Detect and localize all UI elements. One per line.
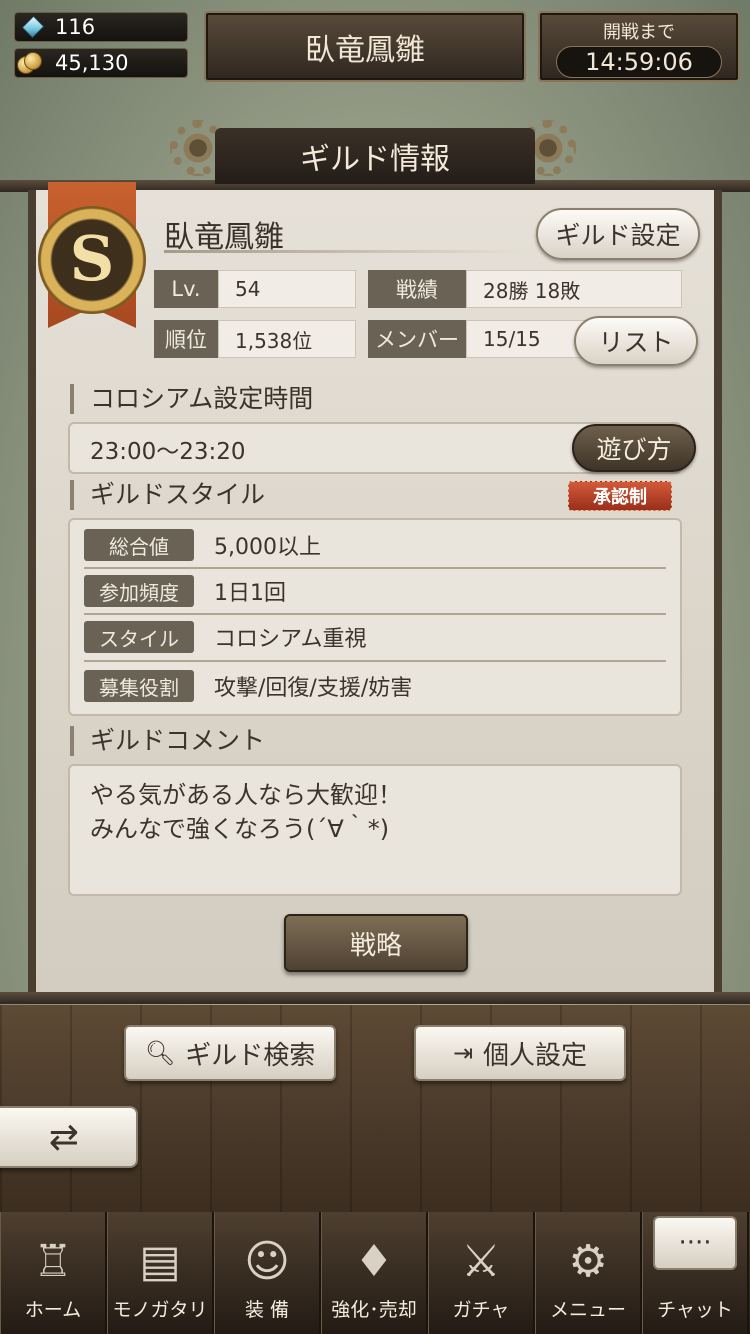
timer-value: 14:59:06 [556,46,722,78]
record-label: 戦績 [368,270,466,308]
nav-item-equipment[interactable]: ☺ 装 備 [214,1212,321,1334]
panel-header: ギルド情報 [215,128,535,184]
members-stat: メンバー 15/15 [368,320,598,358]
guild-name-underline [164,250,524,253]
style-row-style: スタイル コロシアム重視 [84,620,664,654]
guild-title-plate: 臥竜鳳雛 [204,11,526,82]
member-list-button[interactable]: リスト [574,316,698,366]
nav-item-chat[interactable]: ···· チャット [642,1212,749,1334]
colosseum-time: 23:00〜23:20 [90,439,246,465]
coin-count: 45,130 [55,51,129,75]
panel-frame-bottom [0,992,750,1004]
gem-counter: 116 [14,12,188,42]
nav-label: 装 備 [244,1299,290,1321]
personal-settings-button[interactable]: ⇥ 個人設定 [414,1025,626,1081]
nav-item-gacha[interactable]: ⚔ ガチャ [428,1212,535,1334]
nav-label: モノガタリ [112,1299,208,1321]
gears-icon: ⚙ [568,1236,608,1287]
guild-settings-button[interactable]: ギルド設定 [536,208,700,260]
guild-comment-text: やる気がある人なら大歓迎！ みんなで強くなろう(´∀｀*) [90,781,402,843]
enter-icon: ⇥ [452,1039,474,1067]
back-arrow-icon: ⇄ [48,1116,80,1158]
divider [84,613,666,615]
back-button[interactable]: ⇄ [0,1106,138,1168]
battle-timer: 開戦まで 14:59:06 [538,11,740,82]
rank-value: 1,538位 [218,320,356,358]
style-row-label: 募集役割 [84,670,194,702]
level-value: 54 [218,270,356,308]
nav-item-story[interactable]: ▤ モノガタリ [107,1212,214,1334]
nav-label: メニュー [549,1299,626,1321]
nav-label: ガチャ [452,1299,510,1321]
level-label: Lv. [154,270,218,308]
approval-badge: 承認制 [568,481,672,511]
rank-stat: 順位 1,538位 [154,320,356,358]
record-value: 28勝 18敗 [466,270,682,308]
rank-letter: S [69,221,115,295]
bottom-nav: ♖ ホーム ▤ モノガタリ ☺ 装 備 ♦ 強化･売却 ⚔ ガチャ ⚙ メニュー… [0,1212,750,1334]
nav-label: チャット [657,1299,733,1321]
style-row-value: 5,000以上 [214,535,321,560]
divider [84,567,666,569]
puppet-icon: ☺ [244,1236,290,1287]
guild-comment-section-title: ギルドコメント [70,726,265,756]
helmet-icon: ♦ [354,1236,394,1287]
gem-count: 116 [55,15,96,39]
nav-label: 強化･売却 [331,1299,417,1321]
style-row-value: 1日1回 [214,581,286,606]
style-row-label: 総合値 [84,529,194,561]
style-row-value: 攻撃/回復/支援/妨害 [214,676,413,701]
level-stat: Lv. 54 [154,270,356,308]
gem-icon [21,15,45,39]
chat-bubble-icon: ···· [653,1216,737,1270]
style-row-label: 参加頻度 [84,575,194,607]
style-row-roles: 募集役割 攻撃/回復/支援/妨害 [84,669,664,703]
style-row-value: コロシアム重視 [214,627,367,652]
nav-item-menu[interactable]: ⚙ メニュー [535,1212,642,1334]
strategy-button[interactable]: 戦略 [284,914,468,972]
record-stat: 戦績 28勝 18敗 [368,270,682,308]
rank-label: 順位 [154,320,218,358]
castle-icon: ♖ [33,1236,73,1287]
search-icon: 🔍︎ [144,1039,176,1067]
book-icon: ▤ [139,1236,181,1287]
divider [84,660,666,662]
guild-search-button[interactable]: 🔍︎ ギルド検索 [124,1025,336,1081]
swords-icon: ⚔ [461,1236,501,1287]
coin-counter: 45,130 [14,48,188,78]
style-row-total: 総合値 5,000以上 [84,528,664,562]
nav-item-home[interactable]: ♖ ホーム [0,1212,107,1334]
members-label: メンバー [368,320,466,358]
nav-label: ホーム [24,1299,82,1321]
colosseum-section-title: コロシアム設定時間 [70,384,313,414]
style-row-frequency: 参加頻度 1日1回 [84,574,664,608]
personal-settings-label: 個人設定 [483,1040,588,1071]
rank-emblem: S [38,206,146,314]
how-to-play-button[interactable]: 遊び方 [572,424,696,472]
guild-style-section-title: ギルドスタイル [70,480,265,510]
style-row-label: スタイル [84,621,194,653]
guild-search-label: ギルド検索 [185,1040,316,1071]
timer-label: 開戦まで [603,22,675,43]
coin-icon [17,52,43,76]
nav-item-enhance[interactable]: ♦ 強化･売却 [321,1212,428,1334]
